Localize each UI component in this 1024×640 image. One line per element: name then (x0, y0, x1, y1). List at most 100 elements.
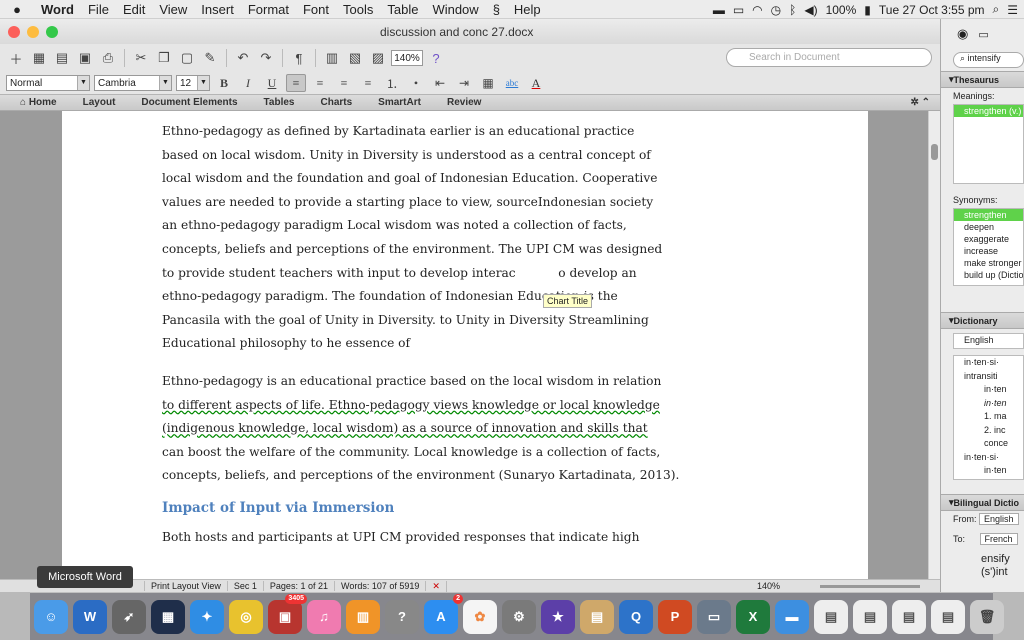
synonym-item[interactable]: make stronger (954, 257, 1023, 269)
tab-home[interactable]: ⌂ Home (16, 97, 70, 108)
from-select[interactable]: English (979, 513, 1019, 525)
align-right-button[interactable]: ≡ (334, 74, 354, 92)
paste-icon[interactable]: ▢ (177, 48, 197, 68)
synonym-item[interactable]: increase (954, 245, 1023, 257)
document-icon[interactable]: ▤ (814, 599, 848, 634)
reference-search-input[interactable]: ⌕ intensify (953, 52, 1024, 68)
battery-icon[interactable]: ▮ (864, 3, 871, 17)
borders-icon[interactable]: ▦ (478, 74, 498, 92)
photos-icon[interactable]: ✿ (463, 599, 497, 634)
increase-indent-icon[interactable]: ⇥ (454, 74, 474, 92)
zoom-slider[interactable] (820, 584, 920, 588)
menu-format[interactable]: Format (241, 2, 296, 17)
ibooks-icon[interactable]: ▥ (346, 599, 380, 634)
folder-icon[interactable]: ▬ (775, 599, 809, 634)
powerpoint-icon[interactable]: P (658, 599, 692, 634)
underline-button[interactable]: U (262, 74, 282, 92)
dictionary-language-select[interactable]: English (953, 333, 1024, 349)
menu-tools[interactable]: Tools (336, 2, 380, 17)
minimize-window-button[interactable] (27, 26, 39, 38)
document-icon[interactable]: ▤ (931, 599, 965, 634)
decrease-indent-icon[interactable]: ⇤ (430, 74, 450, 92)
help-icon[interactable]: ? (426, 48, 446, 68)
align-left-button[interactable]: ≡ (286, 74, 306, 92)
document-body[interactable]: Ethno-pedagogy as defined by Kartadinata… (162, 120, 679, 550)
tab-smartart[interactable]: SmartArt (365, 97, 434, 108)
synonym-item[interactable]: strengthen (954, 209, 1023, 221)
vertical-scrollbar[interactable] (928, 111, 940, 579)
quicktime-icon[interactable]: Q (619, 599, 653, 634)
zoom-select[interactable]: 140% (391, 50, 423, 66)
system-preferences-icon[interactable]: ⚙ (502, 599, 536, 634)
app-store-icon[interactable]: A2 (424, 593, 463, 634)
menu-help[interactable]: Help (507, 2, 548, 17)
to-select[interactable]: French (979, 533, 1018, 545)
spotlight-icon[interactable]: ⌕ (993, 2, 1000, 17)
tab-document-elements[interactable]: Document Elements (128, 97, 250, 108)
style-select[interactable]: Normal ▼ (6, 75, 90, 91)
templates-icon[interactable]: ▦ (29, 48, 49, 68)
save-icon[interactable]: ▣ (75, 48, 95, 68)
reference-tools-icon[interactable]: ◉ (957, 26, 968, 42)
menu-edit[interactable]: Edit (116, 2, 152, 17)
close-window-button[interactable] (8, 26, 20, 38)
tab-layout[interactable]: Layout (70, 97, 129, 108)
justify-button[interactable]: ≡ (358, 74, 378, 92)
document-page[interactable]: Ethno-pedagogy as defined by Kartadinata… (62, 111, 868, 579)
battery-percent[interactable]: 100% (826, 3, 857, 17)
image-capture-icon[interactable]: ▭ (697, 599, 731, 634)
print-icon[interactable]: ⎙ (98, 48, 118, 68)
menu-font[interactable]: Font (296, 2, 336, 17)
safari-icon[interactable]: ✦ (190, 599, 224, 634)
mission-control-icon[interactable]: ▦ (151, 599, 185, 634)
clock[interactable]: Tue 27 Oct 3:55 pm (879, 3, 985, 17)
meaning-item[interactable]: strengthen (v.) (954, 105, 1023, 117)
align-center-button[interactable]: ≡ (310, 74, 330, 92)
chrome-icon[interactable]: ◎ (229, 599, 263, 634)
menu-insert[interactable]: Insert (194, 2, 241, 17)
script-icon[interactable]: § (486, 2, 507, 17)
sidebar-toggle-icon[interactable]: ▥ (322, 48, 342, 68)
menu-file[interactable]: File (81, 2, 116, 17)
synonym-item[interactable]: build up (Dictio (954, 269, 1023, 281)
menu-app[interactable]: Word (34, 2, 81, 17)
launchpad-icon[interactable]: ➶ (112, 599, 146, 634)
tab-tables[interactable]: Tables (251, 97, 308, 108)
thesaurus-section-header[interactable]: ▾ Thesaurus (941, 71, 1024, 88)
scroll-thumb[interactable] (931, 144, 938, 160)
ribbon-settings-icon[interactable]: ✲ ⌃ (910, 97, 930, 108)
bold-button[interactable]: B (214, 74, 234, 92)
itunes-icon[interactable]: ♫ (307, 599, 341, 634)
word-icon[interactable]: W (73, 599, 107, 634)
apple-menu-icon[interactable]: ● (0, 2, 34, 17)
wifi-icon[interactable]: ◠ (752, 3, 762, 17)
font-color-icon[interactable]: A (526, 74, 546, 92)
menu-view[interactable]: View (152, 2, 194, 17)
format-painter-icon[interactable]: ✎ (200, 48, 220, 68)
time-machine-icon[interactable]: ◷ (771, 3, 781, 17)
airplay-icon[interactable]: ▭ (733, 3, 744, 17)
numbered-list-icon[interactable]: ⒈ (382, 74, 402, 92)
trash-icon[interactable]: 🗑 (970, 599, 1004, 634)
notification-center-icon[interactable]: ☰ (1007, 3, 1018, 17)
search-in-document-input[interactable]: Search in Document (726, 48, 932, 67)
scrapbook-icon[interactable]: ▭ (978, 28, 988, 41)
preview-icon[interactable]: ▤ (580, 599, 614, 634)
new-document-icon[interactable]: ＋ (6, 48, 26, 68)
toolbox-icon[interactable]: ▧ (345, 48, 365, 68)
display-icon[interactable]: ▬ (713, 3, 725, 17)
bilingual-section-header[interactable]: ▾ Bilingual Dictio (941, 494, 1024, 511)
imovie-icon[interactable]: ★ (541, 599, 575, 634)
redo-icon[interactable]: ↷ (256, 48, 276, 68)
finder-icon[interactable]: ☺ (34, 599, 68, 634)
copy-icon[interactable]: ❐ (154, 48, 174, 68)
synonym-item[interactable]: exaggerate (954, 233, 1023, 245)
volume-icon[interactable]: ◀) (804, 3, 817, 17)
excel-icon[interactable]: X (736, 599, 770, 634)
synonym-item[interactable]: deepen (954, 221, 1023, 233)
photo-booth-icon[interactable]: ▣ 3405 (268, 593, 307, 634)
document-icon[interactable]: ▤ (892, 599, 926, 634)
tab-review[interactable]: Review (434, 97, 494, 108)
proofing-icon[interactable]: ✕ (426, 580, 447, 592)
menu-window[interactable]: Window (425, 2, 485, 17)
